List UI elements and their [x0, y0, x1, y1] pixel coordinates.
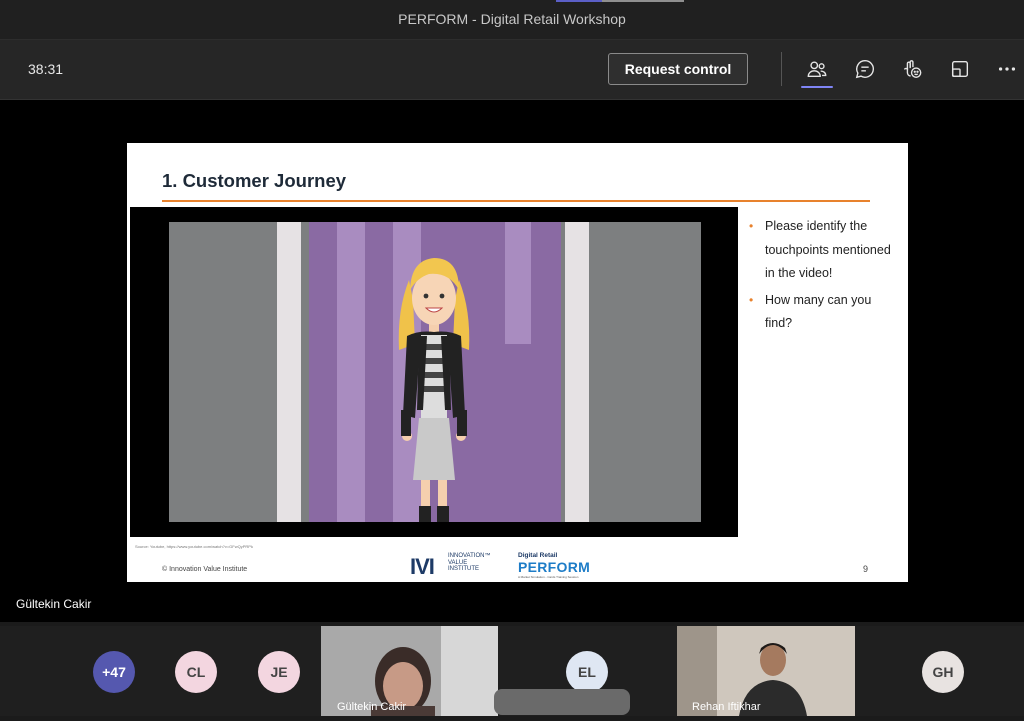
presenter-name: Gültekin Cakir	[16, 597, 92, 611]
slide-page-number: 9	[863, 564, 869, 574]
ivi-logo-mark: IVI	[410, 554, 435, 579]
people-active-indicator	[801, 86, 833, 88]
title-accent	[556, 0, 602, 2]
ivi-logo: IVI INNOVATION™ VALUE INSTITUTE	[410, 552, 500, 579]
request-control-button[interactable]: Request control	[608, 53, 748, 85]
overflow-participants-count[interactable]: +47	[93, 651, 135, 693]
redacted-area	[494, 689, 630, 715]
toolbar-divider	[781, 52, 782, 86]
bullet-item: How many can you find?	[749, 289, 899, 336]
chat-icon[interactable]	[851, 55, 879, 83]
slide-title-rule	[162, 200, 870, 202]
participant-name: Gültekin Cakir	[337, 701, 407, 713]
slide-title: 1. Customer Journey	[162, 170, 347, 191]
meeting-toolbar: 38:31 Request control	[0, 40, 1024, 100]
perform-logo-wordmark: PERFORM	[518, 559, 591, 575]
participant-avatar[interactable]: JE	[258, 651, 300, 693]
reactions-icon[interactable]	[898, 55, 926, 83]
slide-video	[130, 207, 738, 537]
slide-copyright: © Innovation Value Institute	[162, 566, 248, 573]
people-icon[interactable]	[803, 55, 831, 83]
share-tray-icon[interactable]	[946, 55, 974, 83]
participant-video-tile[interactable]: Gültekin Cakir	[321, 626, 498, 716]
ivi-logo-text: INNOVATION™ VALUE INSTITUTE	[448, 553, 491, 572]
perform-logo-tagline: A Market Simulation - Cards Training Ses…	[518, 575, 579, 579]
slide-bullet-list: Please identify the touchpoints mentione…	[749, 215, 899, 339]
perform-logo-top: Digital Retail	[518, 552, 558, 559]
title-accent-secondary	[602, 0, 684, 2]
title-bar: PERFORM - Digital Retail Workshop	[0, 0, 1024, 40]
window-title: PERFORM - Digital Retail Workshop	[398, 11, 626, 27]
meeting-timer: 38:31	[28, 61, 64, 77]
participant-avatar[interactable]: GH	[922, 651, 964, 693]
more-icon[interactable]	[993, 55, 1021, 83]
participant-avatar[interactable]: CL	[175, 651, 217, 693]
participant-avatar[interactable]: EL	[566, 651, 608, 693]
video-scene	[169, 222, 701, 522]
shared-screen: 1. Customer Journey • Please identify th…	[0, 100, 1024, 622]
participant-name: Rehan Iftikhar	[692, 701, 761, 713]
presentation-slide: 1. Customer Journey • Please identify th…	[127, 143, 908, 582]
participant-video-tile[interactable]: Rehan Iftikhar	[677, 626, 855, 716]
slide-source: Source: Youtube, https://www.youtube.com…	[135, 544, 253, 549]
cartoon-woman-illustration	[398, 258, 470, 522]
perform-logo: Digital Retail PERFORM A Market Simulati…	[518, 552, 598, 579]
bullet-item: Please identify the touchpoints mentione…	[749, 215, 899, 286]
